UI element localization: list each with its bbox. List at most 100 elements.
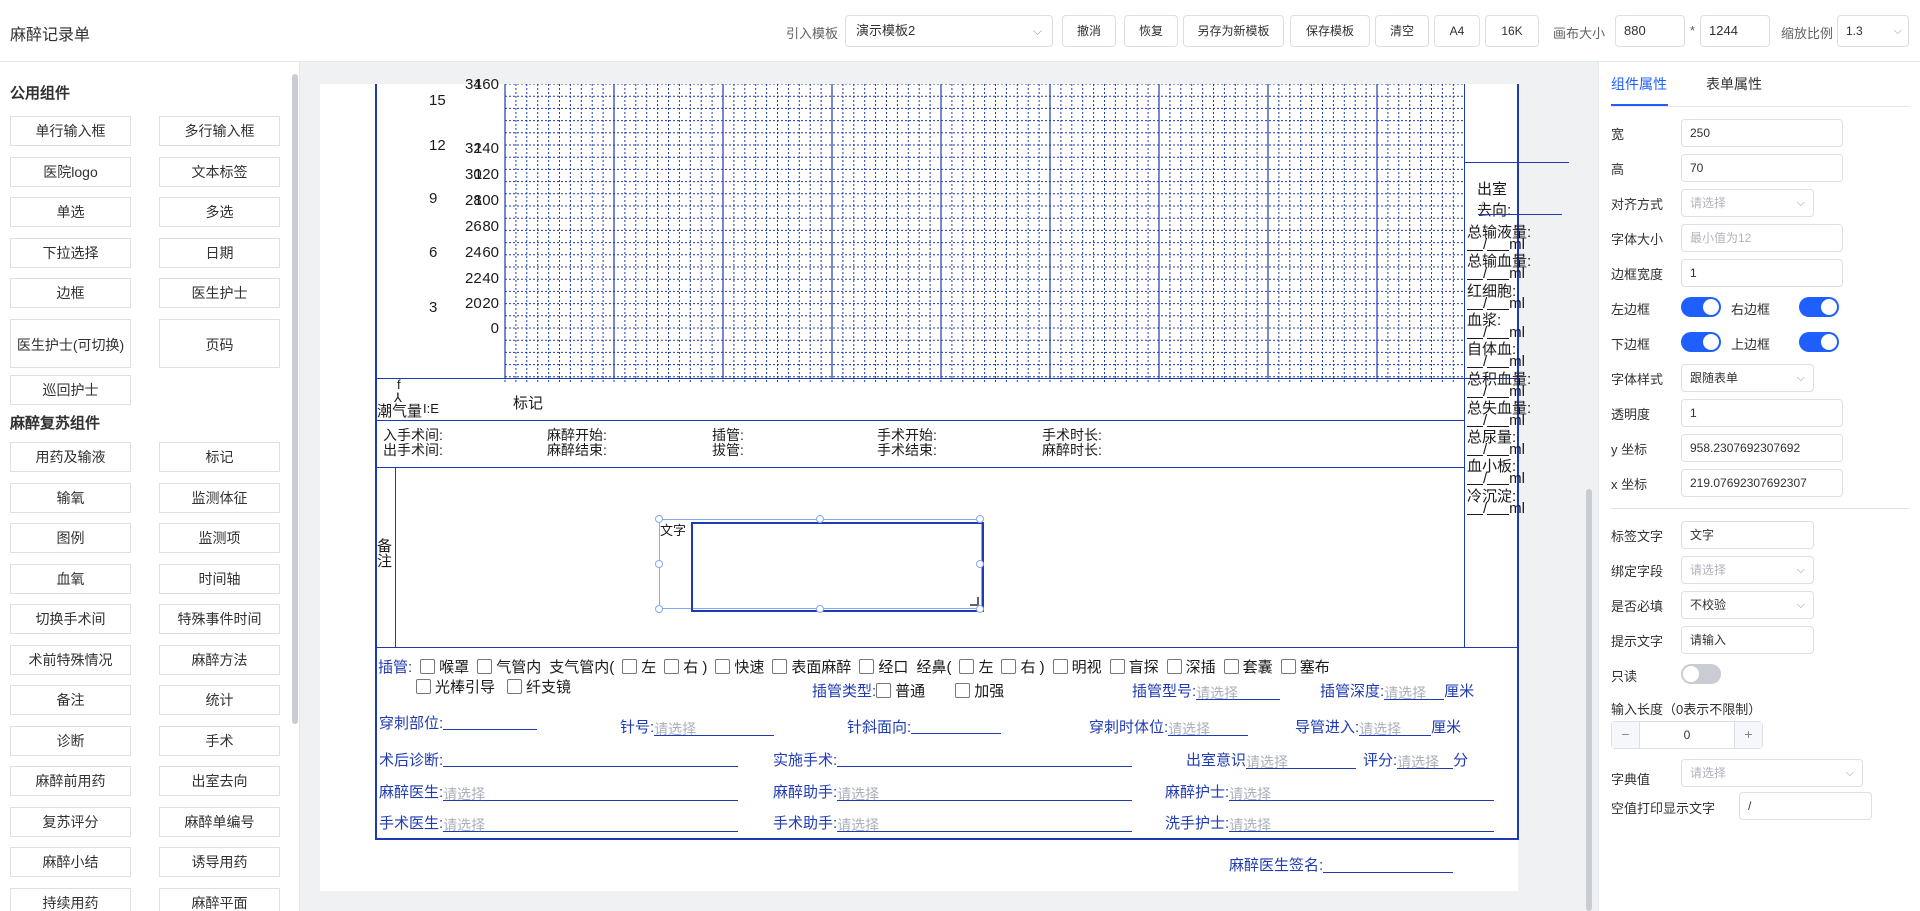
checkbox-icon[interactable] [416,679,431,694]
bevel-field-input[interactable] [911,717,1002,734]
left-border-toggle[interactable] [1681,297,1721,317]
checkbox-icon[interactable] [1052,659,1068,674]
component-button[interactable]: 诱导用药 [159,847,280,877]
component-button[interactable]: 麻醉平面 [159,887,280,911]
plus-icon[interactable]: + [1734,722,1762,748]
anes-assistant-field-input[interactable]: 请选择 [837,784,1133,802]
needle-field-input[interactable]: 请选择 [654,719,775,737]
out-direction-value[interactable]: / [1478,198,1562,215]
intubation-option[interactable]: 光棒引导 [416,679,495,696]
stat-value-row[interactable]: / ml [1467,500,1525,517]
postop-diagnosis-field-input[interactable] [443,750,739,767]
16k-button[interactable]: 16K [1485,15,1539,47]
selection-handle[interactable] [976,560,984,568]
hint-text-input[interactable]: 请输入 [1681,626,1814,654]
y-coordinate-input[interactable]: 958.2307692307692 [1681,434,1843,462]
component-button[interactable]: 诊断 [10,725,131,756]
sidebar-scrollbar[interactable] [292,74,298,724]
tab-component-properties[interactable]: 组件属性 [1611,74,1667,94]
intubation-option[interactable]: 右 ) [664,659,707,676]
component-button[interactable]: 图例 [10,523,131,553]
component-button[interactable]: 手术 [159,725,280,756]
component-button[interactable]: 时间轴 [159,563,280,594]
anes-doctor-field-input[interactable]: 请选择 [443,784,739,802]
component-button[interactable]: 日期 [159,237,280,268]
component-button[interactable]: 多选 [159,197,280,227]
component-button[interactable]: 监测体征 [159,482,280,513]
component-button[interactable]: 监测项 [159,523,280,553]
bind-field-select[interactable]: 请选择 ⌵ [1681,556,1814,584]
intubation-option[interactable]: 表面麻醉 [772,659,851,676]
required-select[interactable]: 不校验 ⌵ [1681,591,1814,619]
component-button[interactable]: 麻醉方法 [159,644,280,675]
intubation-option[interactable]: 经鼻( [916,659,951,676]
a4-button[interactable]: A4 [1434,15,1480,47]
component-button[interactable]: 医生护士 [159,278,280,308]
bottom-border-toggle[interactable] [1681,332,1721,352]
puncture-site-field-input[interactable] [443,713,538,730]
selection-handle[interactable] [655,515,663,523]
canvas-height-input[interactable]: 1244 [1700,15,1770,47]
intubation-depth-field-input[interactable]: 请选择 [1384,683,1445,701]
align-select[interactable]: 请选择 ⌵ [1681,189,1814,217]
text-widget-input[interactable] [691,522,984,612]
dictionary-select[interactable]: 请选择 ⌵ [1681,759,1863,787]
opacity-input[interactable]: 1 [1681,399,1843,427]
redo-button[interactable]: 恢复 [1124,15,1178,47]
component-button[interactable]: 标记 [159,442,280,472]
intubation-option[interactable]: 快速 [715,659,764,676]
x-coordinate-input[interactable]: 219.07692307692307 [1681,469,1843,497]
intubation-option[interactable]: 套囊 [1223,659,1273,676]
zoom-select[interactable]: 1.3 ⌵ [1837,15,1909,47]
component-button[interactable]: 医院logo [10,156,131,187]
undo-button[interactable]: 撤消 [1062,15,1116,47]
minus-icon[interactable]: − [1612,722,1640,748]
surgeon-field-input[interactable]: 请选择 [443,815,739,833]
checkbox-icon[interactable] [477,659,493,674]
readonly-toggle[interactable] [1681,664,1721,684]
selection-handle[interactable] [976,605,984,613]
intubation-type-option[interactable]: 普通 [876,683,925,700]
component-button[interactable]: 巡回护士 [10,375,131,405]
intubation-option[interactable]: 气管内 [477,659,541,676]
right-border-toggle[interactable] [1799,297,1839,317]
checkbox-icon[interactable] [876,683,892,698]
save-as-new-template-button[interactable]: 另存为新模板 [1183,15,1284,47]
checkbox-icon[interactable] [1223,659,1239,674]
selected-text-widget[interactable]: 文字 [659,519,984,612]
width-input[interactable]: 250 [1681,119,1843,147]
component-button[interactable]: 页码 [159,318,280,368]
component-button[interactable]: 边框 [10,278,131,308]
template-select[interactable]: 演示模板2 ⌵ [845,15,1053,47]
component-button[interactable]: 统计 [159,685,280,715]
intubation-option[interactable]: 右 ) [1001,659,1045,676]
component-button[interactable]: 麻醉单编号 [159,806,280,837]
checkbox-icon[interactable] [959,659,975,674]
component-button[interactable]: 术前特殊情况 [10,644,131,675]
checkbox-icon[interactable] [715,659,731,674]
intubation-option[interactable]: 深插 [1166,659,1216,676]
input-length-stepper[interactable]: − 0 + [1611,721,1763,749]
checkbox-icon[interactable] [955,683,971,698]
checkbox-icon[interactable] [420,659,436,674]
checkbox-icon[interactable] [1166,659,1182,674]
component-button[interactable]: 特殊事件时间 [159,604,280,634]
score-field-input[interactable]: 请选择 [1397,752,1454,770]
checkbox-icon[interactable] [859,659,875,674]
component-button[interactable]: 用药及输液 [10,442,131,472]
intubation-option[interactable]: 支气管内( [549,659,614,676]
checkbox-icon[interactable] [1001,659,1017,674]
intubation-option[interactable]: 纤支镜 [507,679,571,696]
canvas-width-input[interactable]: 880 [1615,15,1685,47]
selection-handle[interactable] [655,605,663,613]
canvas-scrollbar[interactable] [1586,489,1592,911]
save-template-button[interactable]: 保存模板 [1290,15,1370,47]
component-button[interactable]: 文本标签 [159,156,280,187]
component-button[interactable]: 单行输入框 [10,116,131,146]
checkbox-icon[interactable] [772,659,788,674]
checkbox-icon[interactable] [1109,659,1125,674]
intubation-option[interactable]: 左 [959,659,993,676]
input-length-value[interactable]: 0 [1640,722,1734,748]
checkbox-icon[interactable] [622,659,638,674]
component-button[interactable]: 血氧 [10,563,131,594]
